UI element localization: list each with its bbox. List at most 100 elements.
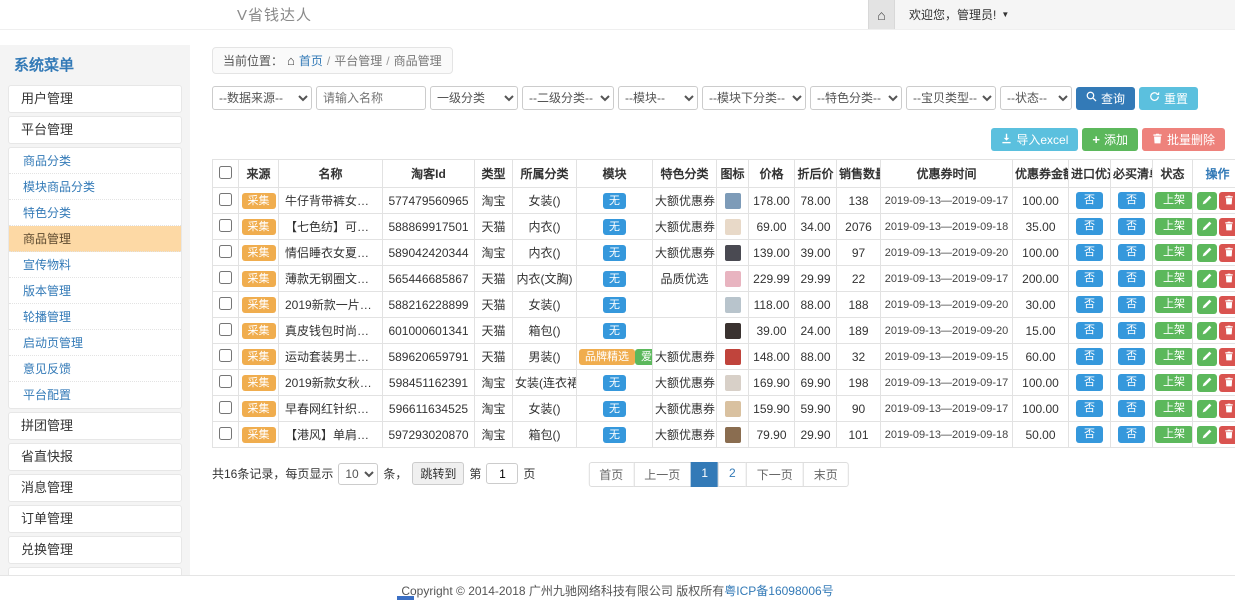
row-checkbox[interactable]	[219, 245, 232, 258]
filter-select-4[interactable]: --特色分类--	[810, 86, 902, 110]
sidebar-subitem[interactable]: 商品分类	[9, 148, 181, 174]
sidebar-subitem[interactable]: 意见反馈	[9, 356, 181, 382]
delete-button[interactable]	[1219, 270, 1235, 288]
import-select-toggle[interactable]: 否	[1076, 244, 1103, 261]
home-button[interactable]: ⌂	[868, 0, 895, 29]
edit-button[interactable]	[1197, 348, 1217, 366]
row-checkbox[interactable]	[219, 375, 232, 388]
must-buy-toggle[interactable]: 否	[1118, 244, 1145, 261]
icp-link[interactable]: 粤ICP备16098006号	[724, 584, 833, 598]
status-button[interactable]: 上架	[1155, 296, 1193, 313]
must-buy-toggle[interactable]: 否	[1118, 348, 1145, 365]
import-select-toggle[interactable]: 否	[1076, 218, 1103, 235]
sidebar-item[interactable]: 兑换管理	[8, 536, 182, 564]
must-buy-toggle[interactable]: 否	[1118, 270, 1145, 287]
horizontal-scrollbar-thumb[interactable]	[397, 596, 414, 600]
row-checkbox[interactable]	[219, 323, 232, 336]
filter-select-0[interactable]: 一级分类	[430, 86, 518, 110]
pagination-nav-button[interactable]: 上一页	[633, 462, 691, 487]
import-select-toggle[interactable]: 否	[1076, 426, 1103, 443]
sidebar-subitem[interactable]: 宣传物料	[9, 252, 181, 278]
must-buy-toggle[interactable]: 否	[1118, 426, 1145, 443]
row-checkbox[interactable]	[219, 349, 232, 362]
batch-delete-button[interactable]: 批量删除	[1142, 128, 1225, 151]
sidebar-subitem[interactable]: 启动页管理	[9, 330, 181, 356]
pagination-page-button[interactable]: 1	[690, 462, 719, 487]
pagination-nav-button[interactable]: 下一页	[746, 462, 804, 487]
must-buy-toggle[interactable]: 否	[1118, 296, 1145, 313]
sidebar-subitem[interactable]: 模块商品分类	[9, 174, 181, 200]
delete-button[interactable]	[1219, 244, 1235, 262]
edit-button[interactable]	[1197, 400, 1217, 418]
filter-select-5[interactable]: --宝贝类型--	[906, 86, 996, 110]
edit-button[interactable]	[1197, 218, 1217, 236]
sidebar-subitem[interactable]: 轮播管理	[9, 304, 181, 330]
status-button[interactable]: 上架	[1155, 348, 1193, 365]
must-buy-toggle[interactable]: 否	[1118, 374, 1145, 391]
reset-button[interactable]: 重置	[1139, 87, 1198, 110]
status-button[interactable]: 上架	[1155, 218, 1193, 235]
import-select-toggle[interactable]: 否	[1076, 400, 1103, 417]
status-button[interactable]: 上架	[1155, 322, 1193, 339]
breadcrumb-home-link[interactable]: 首页	[299, 52, 323, 69]
delete-button[interactable]	[1219, 348, 1235, 366]
delete-button[interactable]	[1219, 374, 1235, 392]
delete-button[interactable]	[1219, 296, 1235, 314]
import-select-toggle[interactable]: 否	[1076, 270, 1103, 287]
sidebar-item[interactable]: 省直快报	[8, 443, 182, 471]
edit-button[interactable]	[1197, 374, 1217, 392]
page-number-input[interactable]	[486, 463, 518, 484]
jump-button[interactable]: 跳转到	[412, 462, 464, 485]
status-button[interactable]: 上架	[1155, 400, 1193, 417]
status-button[interactable]: 上架	[1155, 244, 1193, 261]
delete-button[interactable]	[1219, 426, 1235, 444]
sidebar-item-clipped[interactable]	[8, 567, 182, 575]
sidebar-subitem[interactable]: 版本管理	[9, 278, 181, 304]
name-search-input[interactable]	[316, 86, 426, 110]
import-select-toggle[interactable]: 否	[1076, 192, 1103, 209]
pagination-page-button[interactable]: 2	[718, 462, 747, 487]
add-button[interactable]: + 添加	[1082, 128, 1138, 151]
row-checkbox[interactable]	[219, 297, 232, 310]
edit-button[interactable]	[1197, 296, 1217, 314]
delete-button[interactable]	[1219, 192, 1235, 210]
filter-select-6[interactable]: --状态--	[1000, 86, 1072, 110]
select-all-checkbox[interactable]	[219, 166, 232, 179]
must-buy-toggle[interactable]: 否	[1118, 192, 1145, 209]
sidebar-item[interactable]: 消息管理	[8, 474, 182, 502]
import-select-toggle[interactable]: 否	[1076, 322, 1103, 339]
pagination-nav-button[interactable]: 首页	[588, 462, 634, 487]
row-checkbox[interactable]	[219, 193, 232, 206]
filter-select-3[interactable]: --模块下分类--	[702, 86, 806, 110]
pagination-nav-button[interactable]: 末页	[803, 462, 849, 487]
edit-button[interactable]	[1197, 270, 1217, 288]
filter-select-2[interactable]: --模块--	[618, 86, 698, 110]
import-select-toggle[interactable]: 否	[1076, 348, 1103, 365]
status-button[interactable]: 上架	[1155, 192, 1193, 209]
per-page-select[interactable]: 10	[338, 463, 378, 485]
delete-button[interactable]	[1219, 400, 1235, 418]
must-buy-toggle[interactable]: 否	[1118, 322, 1145, 339]
filter-select-source[interactable]: --数据来源--	[212, 86, 312, 110]
status-button[interactable]: 上架	[1155, 374, 1193, 391]
must-buy-toggle[interactable]: 否	[1118, 218, 1145, 235]
row-checkbox[interactable]	[219, 219, 232, 232]
row-checkbox[interactable]	[219, 271, 232, 284]
import-excel-button[interactable]: 导入excel	[991, 128, 1078, 151]
edit-button[interactable]	[1197, 244, 1217, 262]
sidebar-item[interactable]: 用户管理	[8, 85, 182, 113]
edit-button[interactable]	[1197, 322, 1217, 340]
sidebar-item[interactable]: 拼团管理	[8, 412, 182, 440]
filter-select-1[interactable]: --二级分类--	[522, 86, 614, 110]
chevron-down-icon[interactable]: ▼	[1001, 10, 1009, 19]
status-button[interactable]: 上架	[1155, 426, 1193, 443]
search-button[interactable]: 查询	[1076, 87, 1135, 110]
edit-button[interactable]	[1197, 192, 1217, 210]
edit-button[interactable]	[1197, 426, 1217, 444]
row-checkbox[interactable]	[219, 427, 232, 440]
status-button[interactable]: 上架	[1155, 270, 1193, 287]
delete-button[interactable]	[1219, 218, 1235, 236]
sidebar-subitem[interactable]: 平台配置	[9, 382, 181, 408]
import-select-toggle[interactable]: 否	[1076, 296, 1103, 313]
must-buy-toggle[interactable]: 否	[1118, 400, 1145, 417]
